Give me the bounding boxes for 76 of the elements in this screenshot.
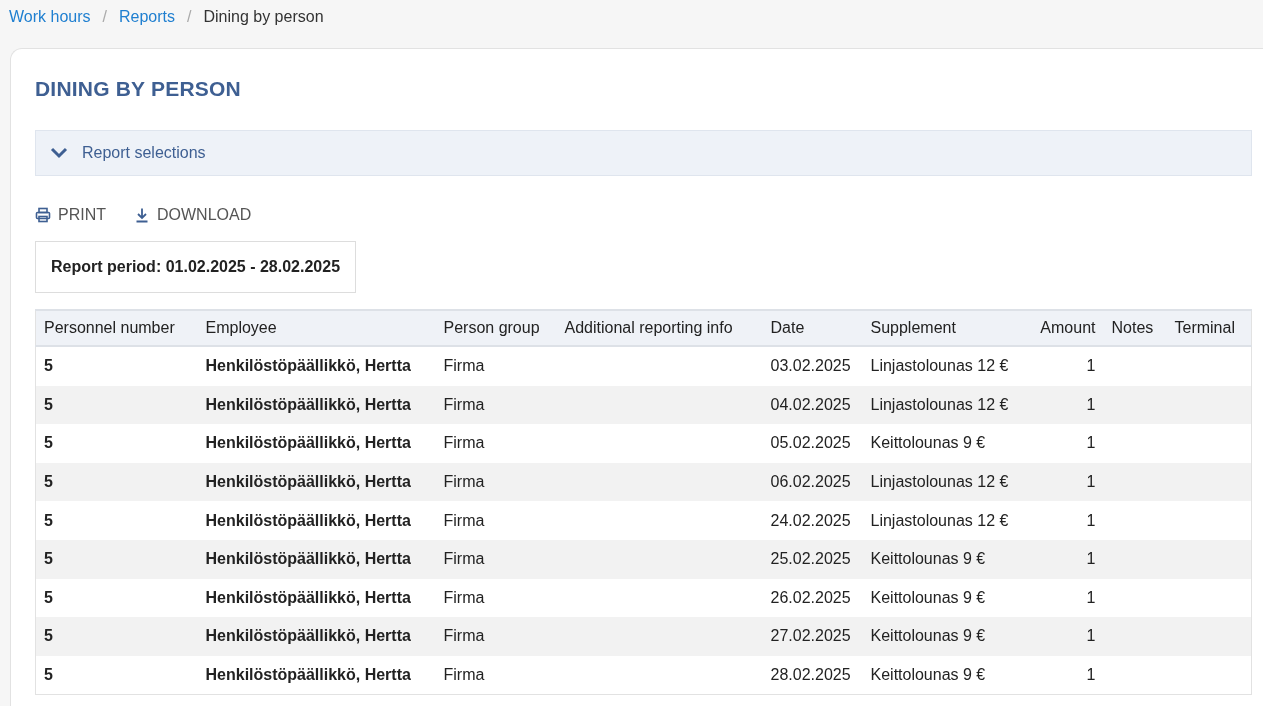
table-cell: Henkilöstöpäällikkö, Hertta [197,539,436,579]
table-cell: Linjastolounas 12 € [862,346,1023,386]
breadcrumb-current: Dining by person [203,7,324,26]
table-cell: Henkilöstöpäällikkö, Hertta [197,501,436,540]
table-cell: 5 [35,617,198,656]
table-cell: Firma [435,346,557,386]
table-cell: 5 [35,655,198,695]
table-cell: Keittolounas 9 € [862,578,1023,618]
print-button[interactable]: PRINT [35,206,106,224]
table-cell: Henkilöstöpäällikkö, Hertta [197,346,436,386]
breadcrumb-separator: / [187,7,192,26]
report-selections-toggle[interactable]: Report selections [35,130,1252,176]
table-cell: 05.02.2025 [762,424,863,463]
page-title: DINING BY PERSON [35,77,242,101]
table-cell: 06.02.2025 [762,462,863,502]
table-cell: 1 [1022,578,1104,618]
table-cell: Keittolounas 9 € [862,424,1023,463]
table-cell: 1 [1022,462,1104,502]
column-header: Employee [197,310,436,346]
print-icon [35,207,51,223]
breadcrumb-link[interactable]: Work hours [9,7,91,26]
column-header: Personnel number [35,310,198,346]
table-cell: Linjastolounas 12 € [862,385,1023,425]
chevron-down-icon [50,147,68,159]
table-cell: Firma [435,539,557,579]
table-cell: 28.02.2025 [762,655,863,695]
table-cell: Firma [435,617,557,656]
table-cell: Linjastolounas 12 € [862,462,1023,502]
table-cell: Firma [435,424,557,463]
table-cell: Henkilöstöpäällikkö, Hertta [197,655,436,695]
table-cell: Firma [435,501,557,540]
table-cell: Henkilöstöpäällikkö, Hertta [197,578,436,618]
table-cell: 5 [35,346,198,386]
table-cell: Henkilöstöpäällikkö, Hertta [197,617,436,656]
table-cell: Keittolounas 9 € [862,617,1023,656]
column-header: Additional reporting info [556,310,763,346]
table-cell: 1 [1022,501,1104,540]
table-cell: Firma [435,578,557,618]
table-cell: 1 [1022,346,1104,386]
table-cell: 1 [1022,655,1104,695]
table-cell: 1 [1022,385,1104,425]
table-cell: 5 [35,462,198,502]
column-header: Date [762,310,863,346]
table-cell: Firma [435,462,557,502]
table-cell: 25.02.2025 [762,539,863,579]
table-cell: Henkilöstöpäällikkö, Hertta [197,424,436,463]
breadcrumb-link[interactable]: Reports [118,7,175,26]
report-period: Report period: 01.02.2025 - 28.02.2025 [35,241,357,293]
column-header: Supplement [862,310,1023,346]
table-cell: Keittolounas 9 € [862,655,1023,695]
column-header: Amount [1022,310,1104,346]
table-cell: Henkilöstöpäällikkö, Hertta [197,385,436,425]
table-cell: 5 [35,424,198,463]
table-cell: Linjastolounas 12 € [862,501,1023,540]
table-cell: 27.02.2025 [762,617,863,656]
table-cell: 1 [1022,617,1104,656]
table-cell: 26.02.2025 [762,578,863,618]
column-header: Notes [1103,310,1167,346]
table-cell: 24.02.2025 [762,501,863,540]
table-cell: 1 [1022,539,1104,579]
breadcrumb-separator: / [102,7,107,26]
table-cell: 04.02.2025 [762,385,863,425]
table-cell: 5 [35,501,198,540]
table-cell: 5 [35,539,198,579]
table-cell: Henkilöstöpäällikkö, Hertta [197,462,436,502]
table-cell: Keittolounas 9 € [862,539,1023,579]
column-header: Terminal [1166,310,1252,346]
table-cell: 5 [35,578,198,618]
table-cell: 5 [35,385,198,425]
table-cell: Firma [435,385,557,425]
download-icon [134,207,150,223]
download-button[interactable]: DOWNLOAD [134,206,252,224]
table-cell: 1 [1022,424,1104,463]
column-header: Person group [435,310,557,346]
table-cell: 03.02.2025 [762,346,863,386]
table-cell: Firma [435,655,557,695]
